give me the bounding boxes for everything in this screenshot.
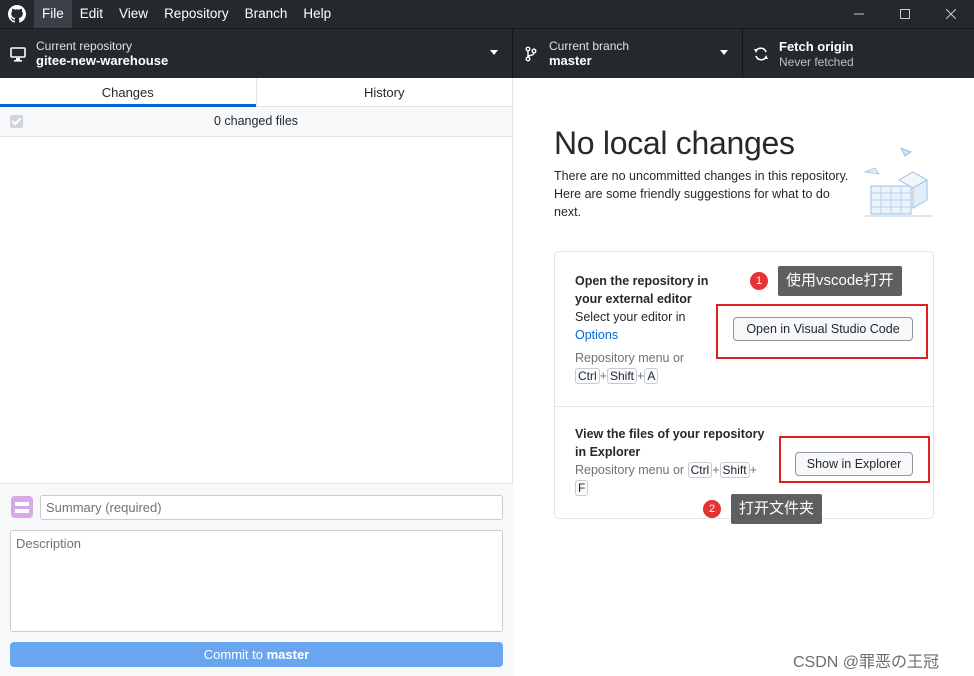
- changed-files-count: 0 changed files: [213, 114, 299, 128]
- watermark: CSDN @罪恶の王冠: [793, 654, 940, 671]
- kbd-ctrl: Ctrl: [575, 368, 600, 384]
- github-logo-icon: [0, 0, 34, 28]
- menu-help[interactable]: Help: [295, 0, 339, 28]
- options-link[interactable]: Options: [575, 326, 618, 344]
- repository-name: gitee-new-warehouse: [36, 53, 169, 68]
- menu-view[interactable]: View: [111, 0, 156, 28]
- editor-shortcut: Ctrl + Shift + A: [575, 367, 659, 385]
- kbd-a: A: [644, 368, 659, 384]
- editor-menu-hint: Repository menu or: [575, 351, 685, 365]
- commit-button-prefix: Commit to: [203, 647, 267, 662]
- kbd-shift: Shift: [719, 462, 750, 478]
- menu-repository[interactable]: Repository: [156, 0, 237, 28]
- window-controls: [836, 0, 974, 28]
- title-bar: File Edit View Repository Branch Help: [0, 0, 974, 28]
- fetch-status: Never fetched: [779, 55, 854, 69]
- sync-icon: [743, 46, 779, 62]
- changes-sidebar: Changes History 0 changed files Commit t…: [0, 78, 513, 676]
- tab-changes[interactable]: Changes: [0, 78, 256, 107]
- main-content: No local changes There are no uncommitte…: [514, 78, 974, 676]
- annotation-callout-1: 使用vscode打开: [778, 266, 902, 296]
- commit-button-branch: master: [266, 647, 310, 662]
- annotation-callout-2: 打开文件夹: [731, 494, 823, 524]
- fetch-origin-button[interactable]: Fetch origin Never fetched: [743, 29, 974, 79]
- editor-suggestion-title-line2: your external editor: [575, 292, 692, 306]
- fetch-origin-label: Fetch origin: [779, 39, 854, 54]
- close-icon[interactable]: [928, 0, 974, 28]
- menu-branch[interactable]: Branch: [237, 0, 296, 28]
- empty-state-illustration: [861, 146, 937, 222]
- tab-history[interactable]: History: [255, 78, 513, 106]
- menu-edit[interactable]: Edit: [72, 0, 111, 28]
- commit-button[interactable]: Commit to master: [10, 642, 503, 667]
- sidebar-tabs: Changes History: [0, 78, 512, 107]
- branch-name: master: [549, 53, 592, 68]
- explorer-suggestion-title: View the files of your repository: [575, 427, 765, 441]
- select-all-checkbox[interactable]: [10, 115, 23, 128]
- caret-down-icon: [720, 50, 728, 55]
- avatar: [11, 496, 33, 518]
- description-input[interactable]: [10, 530, 503, 632]
- annotation-badge-2: 2: [703, 500, 721, 518]
- editor-suggestion-desc: Select your editor in: [575, 310, 686, 324]
- changed-files-header: 0 changed files: [0, 107, 512, 137]
- page-title: No local changes: [554, 125, 795, 161]
- explorer-suggestion-title-line2: in Explorer: [575, 445, 641, 459]
- minimize-icon[interactable]: [836, 0, 882, 28]
- current-branch-dropdown[interactable]: Current branch master: [513, 29, 743, 79]
- menu-bar: File Edit View Repository Branch Help: [34, 0, 339, 28]
- summary-input[interactable]: [40, 495, 503, 520]
- explorer-shortcut: Repository menu or Ctrl + Shift +: [575, 462, 757, 478]
- explorer-shortcut-line2: F: [575, 479, 589, 497]
- annotation-badge-1: 1: [750, 272, 768, 290]
- highlight-box-explorer: [779, 436, 930, 483]
- editor-suggestion-title: Open the repository in: [575, 274, 709, 288]
- current-repository-dropdown[interactable]: Current repository gitee-new-warehouse: [0, 29, 513, 79]
- current-repository-label: Current repository: [36, 39, 133, 53]
- explorer-menu-hint: Repository menu or: [575, 463, 685, 477]
- kbd-ctrl: Ctrl: [687, 462, 713, 478]
- current-branch-label: Current branch: [549, 39, 630, 53]
- monitor-icon: [0, 46, 36, 62]
- maximize-icon[interactable]: [882, 0, 928, 28]
- toolbar: Current repository gitee-new-warehouse C…: [0, 28, 974, 79]
- kbd-shift: Shift: [606, 368, 637, 384]
- branch-icon: [513, 46, 549, 62]
- highlight-box-vscode: [716, 304, 928, 359]
- page-subtext: There are no uncommitted changes in this…: [554, 169, 849, 219]
- commit-panel: Commit to master: [0, 483, 513, 676]
- menu-file[interactable]: File: [34, 0, 72, 28]
- caret-down-icon: [490, 50, 498, 55]
- kbd-f: F: [575, 480, 589, 496]
